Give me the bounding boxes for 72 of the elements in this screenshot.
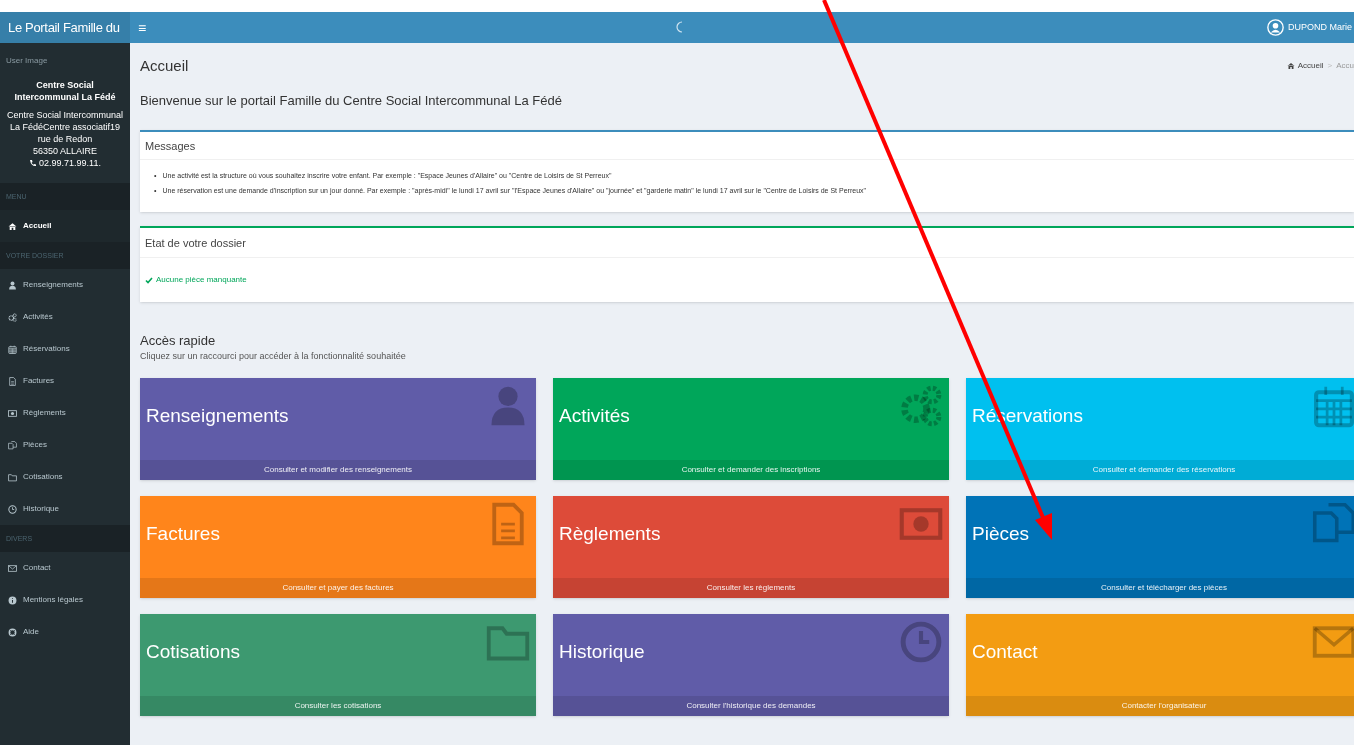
check-icon — [145, 276, 153, 284]
sidebar-item[interactable]: Contact — [0, 552, 130, 584]
tile-title: Historique — [559, 640, 645, 664]
sidebar-item[interactable]: Cotisations — [0, 461, 130, 493]
user-menu[interactable]: DUPOND Marie — [1267, 19, 1352, 36]
loading-spinner-icon — [676, 21, 684, 33]
shortcut-tile[interactable]: Cotisations Consulter les cotisations — [140, 614, 536, 716]
calendar-icon — [8, 344, 17, 354]
breadcrumb-link[interactable]: Accueil — [1286, 60, 1324, 72]
shortcut-tile[interactable]: Règlements Consulter les règlements — [553, 496, 949, 598]
section-title: Accès rapide — [140, 332, 217, 350]
envelope-icon — [8, 563, 17, 573]
sidebar-item[interactable]: Accueil — [0, 210, 130, 242]
tile-title: Contact — [972, 640, 1038, 664]
sidebar-item[interactable]: Réservations — [0, 333, 130, 365]
calendar-icon — [1312, 384, 1354, 428]
user-avatar-icon — [1267, 19, 1284, 36]
tile-footer: Consulter les cotisations — [140, 696, 536, 716]
home-icon — [1286, 62, 1295, 70]
folder-icon — [8, 472, 17, 482]
user-icon — [8, 280, 17, 290]
welcome-text: Bienvenue sur le portail Famille du Centre Social Intercommunal La Fédé — [140, 92, 563, 110]
logo-title[interactable]: Le Portail Famille du — [0, 12, 130, 43]
breadcrumb-separator: > — [1327, 60, 1333, 72]
tile-footer: Consulter les règlements — [553, 578, 949, 598]
phone-number: 02.99.71.99.11. — [39, 157, 101, 169]
tile-footer: Consulter et modifier des renseignements — [140, 460, 536, 480]
tile-title: Factures — [146, 522, 220, 546]
panel-title: Messages — [140, 132, 1354, 160]
tile-title: Pièces — [972, 522, 1030, 546]
organization-name: Centre Social Intercommunal La Fédé — [13, 79, 117, 103]
gears-icon — [8, 312, 17, 322]
user-name: DUPOND Marie — [1288, 20, 1352, 34]
tile-footer: Consulter l'historique des demandes — [553, 696, 949, 716]
section-subtitle: Cliquez sur un raccourci pour accéder à la fonctionnalité souhaitée — [140, 350, 407, 362]
phone-icon — [29, 159, 38, 167]
panel-title: Etat de votre dossier — [140, 228, 1354, 258]
sidebar-item[interactable]: Activités — [0, 301, 130, 333]
tile-title: Activités — [559, 404, 630, 428]
sidebar-item[interactable]: Aide — [0, 616, 130, 648]
lifebuoy-icon — [8, 627, 17, 637]
tile-footer: Consulter et télécharger des pièces — [966, 578, 1354, 598]
shortcut-tile[interactable]: Pièces Consulter et télécharger des pièces — [966, 496, 1354, 598]
clock-icon — [899, 620, 943, 664]
tile-footer: Contacter l'organisateur — [966, 696, 1354, 716]
tile-footer: Consulter et payer des factures — [140, 578, 536, 598]
info-icon — [8, 595, 17, 605]
user-image-alt-text: User Image — [6, 55, 49, 67]
tile-title: Renseignements — [146, 404, 289, 428]
sidebar-item[interactable]: Historique — [0, 493, 130, 525]
home-icon — [8, 221, 17, 231]
shortcut-tile[interactable]: Historique Consulter l'historique des demandes — [553, 614, 949, 716]
tile-title: Cotisations — [146, 640, 240, 664]
sidebar-item[interactable]: Pièces — [0, 429, 130, 461]
address-line: 56350 ALLAIRE — [31, 145, 99, 157]
page-title: Accueil — [140, 55, 189, 76]
sidebar-item[interactable]: Règlements — [0, 397, 130, 429]
shortcut-tile[interactable]: Activités Consulter et demander des inscriptions — [553, 378, 949, 480]
banknote-icon — [8, 408, 17, 418]
document-icon — [8, 376, 17, 386]
tile-footer: Consulter et demander des réservations — [966, 460, 1354, 480]
sidebar-item[interactable]: Factures — [0, 365, 130, 397]
address-line: Centre Social Intercommunal La FédéCentre associatif19 rue de Redon — [6, 109, 124, 145]
missing-pieces-status: Aucune pièce manquante — [145, 274, 247, 286]
gears-icon — [899, 384, 943, 428]
sidebar-item[interactable]: Mentions légales — [0, 584, 130, 616]
tile-title: Règlements — [559, 522, 661, 546]
tile-footer: Consulter et demander des inscriptions — [553, 460, 949, 480]
sidebar-item[interactable]: Renseignements — [0, 269, 130, 301]
documents-icon — [8, 440, 17, 450]
shortcut-tile[interactable]: Renseignements Consulter et modifier des renseignements — [140, 378, 536, 480]
clock-icon — [8, 504, 17, 514]
